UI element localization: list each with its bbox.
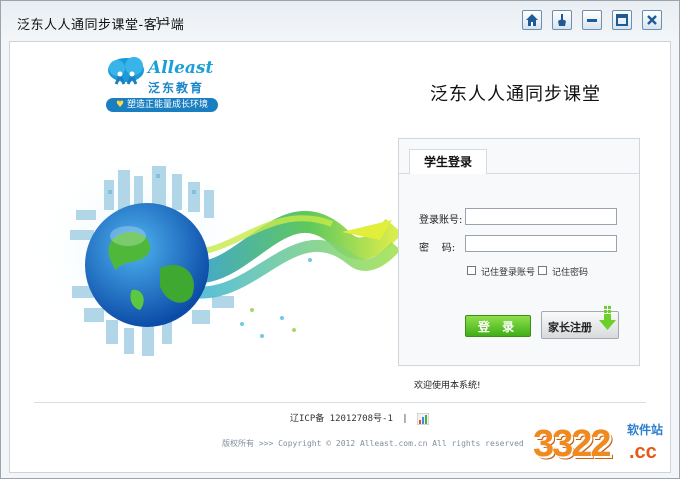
stats-icon[interactable]: [416, 412, 430, 425]
icp-text: 辽ICP备 12012708号-1: [290, 414, 393, 424]
password-input[interactable]: [465, 235, 617, 252]
globe-city-illustration: [32, 140, 402, 360]
maximize-icon: [616, 14, 628, 26]
icp-record: 辽ICP备 12012708号-1 |: [290, 411, 430, 425]
skin-button[interactable]: [552, 10, 572, 30]
watermark-site-label: 软件站: [627, 423, 664, 437]
tab-student-login[interactable]: 学生登录: [409, 149, 488, 174]
register-button-label: 家长注册: [548, 321, 592, 334]
maximize-button[interactable]: [612, 10, 632, 30]
parent-register-button[interactable]: 家长注册: [541, 306, 619, 339]
heart-icon: ♥: [116, 100, 125, 110]
app-heading: 泛东人人通同步课堂: [430, 84, 601, 105]
app-window: 泛东人人通同步课堂-客户端 1.1 Alleast 泛东教育 ♥ 塑造正能量成长…: [0, 0, 680, 479]
login-tab-strip: 学生登录: [399, 149, 639, 174]
main-content: Alleast 泛东教育 ♥ 塑造正能量成长环境 泛东人人通同步课堂 学生登录 …: [9, 41, 671, 473]
close-button[interactable]: [642, 10, 662, 30]
home-icon: [526, 14, 538, 26]
logo-slogan-text: 塑造正能量成长环境: [126, 100, 208, 110]
account-label: 登录账号:: [419, 215, 463, 226]
title-bar[interactable]: 泛东人人通同步课堂-客户端 1.1: [1, 1, 679, 41]
site-watermark: 3322 .cc 软件站: [531, 415, 680, 477]
account-input[interactable]: [465, 208, 617, 225]
logo-name: 泛东教育: [148, 81, 205, 95]
cloud-people-icon: [108, 57, 144, 85]
close-icon: [647, 15, 657, 25]
footer-divider: [34, 402, 646, 403]
watermark-number: 3322: [533, 423, 612, 465]
welcome-text: 欢迎使用本系统!: [414, 381, 481, 391]
login-button[interactable]: 登 录: [465, 315, 531, 337]
password-label: 密 码:: [419, 243, 456, 254]
window-version: 1.1: [155, 16, 171, 27]
skin-icon: [558, 14, 566, 26]
logo-brand-text: Alleast: [148, 58, 214, 78]
login-panel: 学生登录 登录账号: 密 码: 记住登录账号 记住密码 登 录 家长注册: [398, 138, 640, 366]
copyright-text: 版权所有 >>> Copyright © 2012 Alleast.com.cn…: [222, 439, 524, 448]
watermark-suffix: .cc: [629, 441, 657, 463]
remember-password-checkbox[interactable]: [538, 266, 547, 275]
download-arrow-icon: [599, 306, 616, 330]
logo-slogan: ♥ 塑造正能量成长环境: [106, 98, 218, 112]
brand-logo: Alleast 泛东教育 ♥ 塑造正能量成长环境: [104, 54, 234, 114]
remember-password-label[interactable]: 记住密码: [552, 265, 588, 278]
remember-account-label[interactable]: 记住登录账号: [481, 265, 535, 278]
minimize-icon: [587, 19, 597, 22]
remember-account-checkbox[interactable]: [467, 266, 476, 275]
separator: |: [402, 414, 408, 424]
minimize-button[interactable]: [582, 10, 602, 30]
home-button[interactable]: [522, 10, 542, 30]
